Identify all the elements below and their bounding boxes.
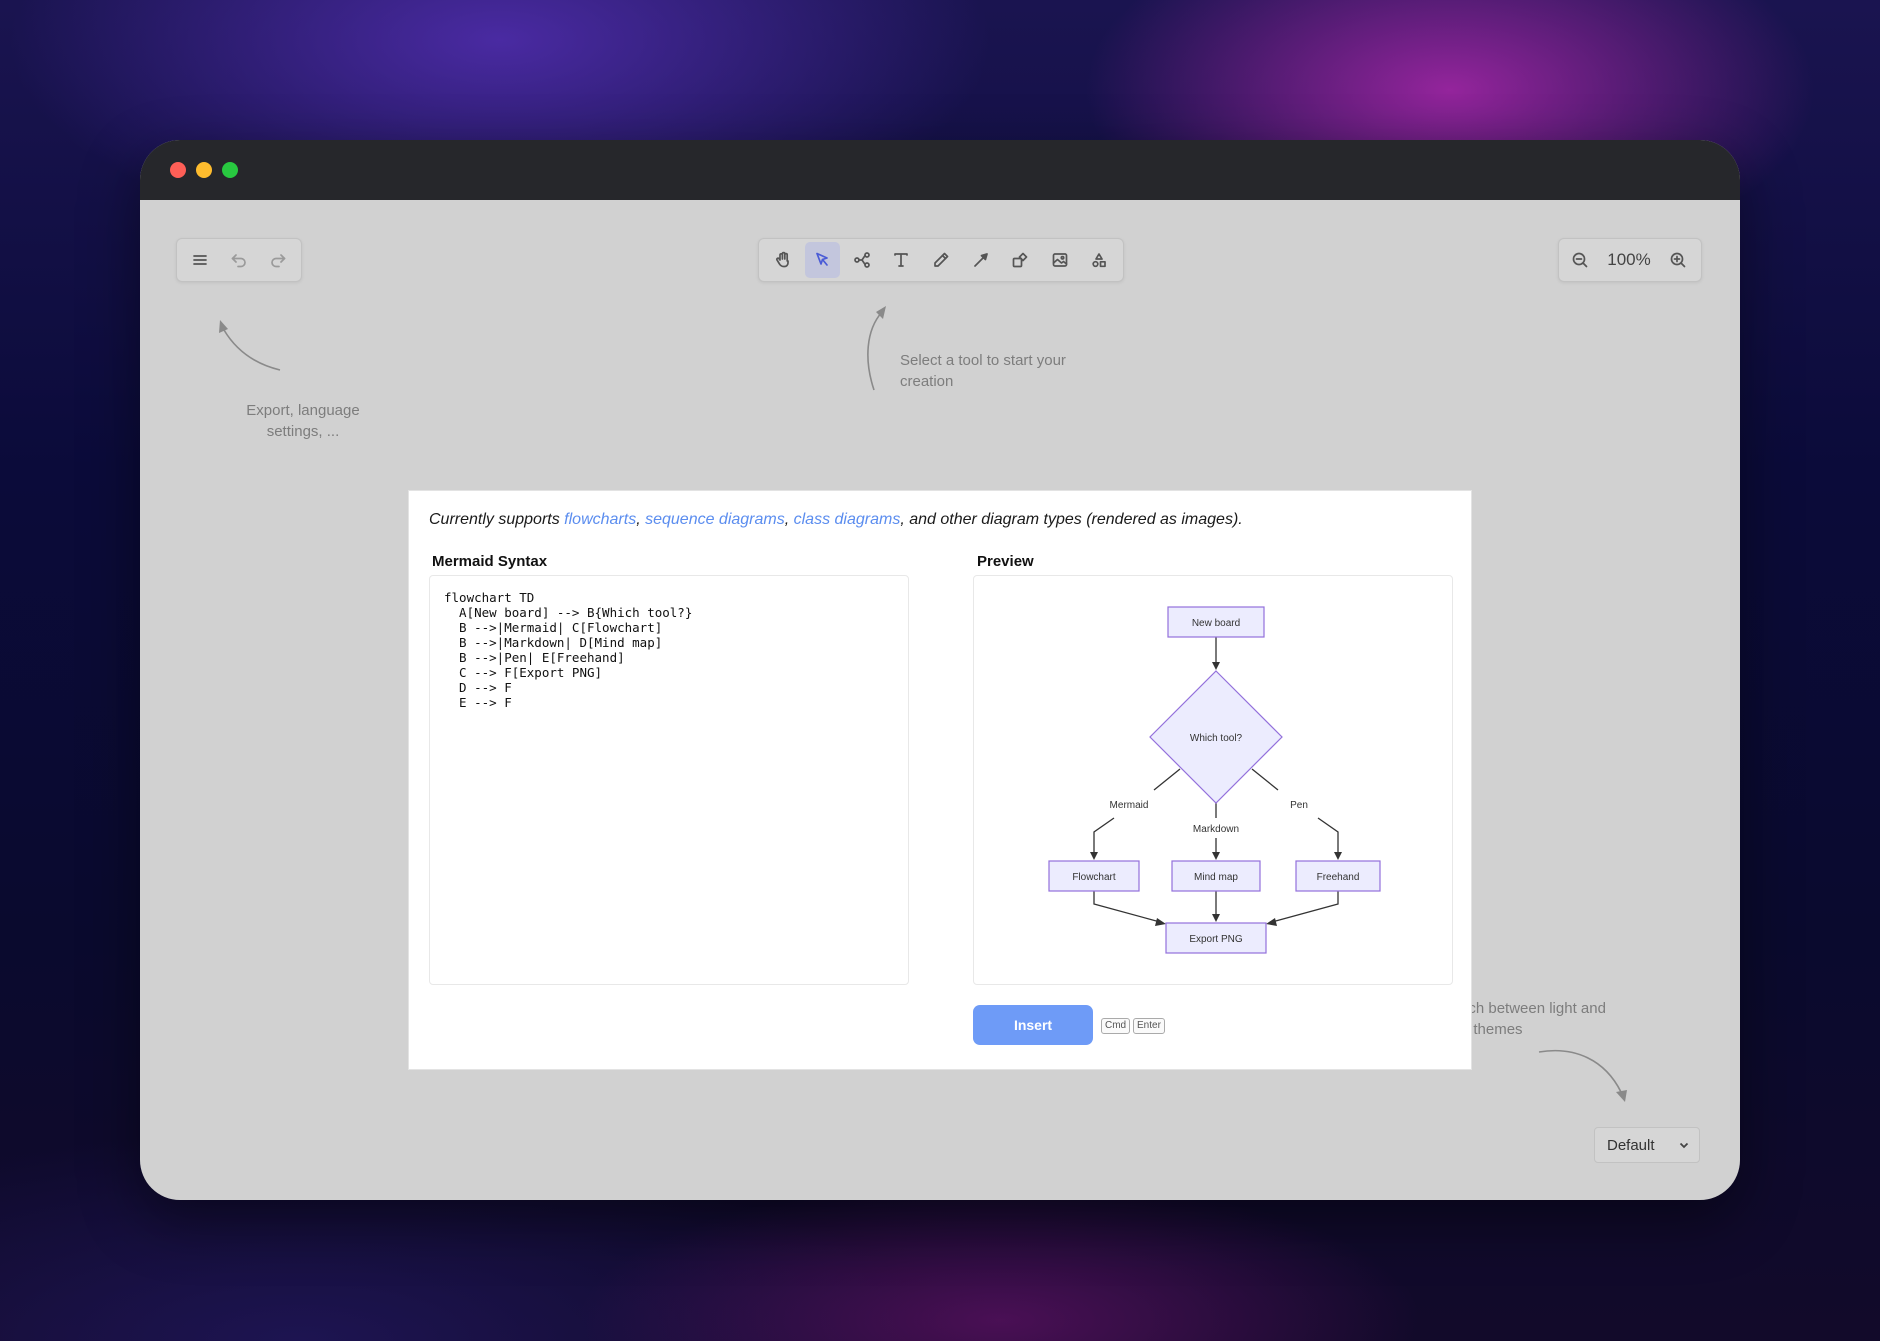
mermaid-code[interactable]: flowchart TD A[New board] --> B{Which to… bbox=[430, 576, 908, 724]
drawing-toolbar bbox=[758, 238, 1124, 282]
arrow-icon bbox=[973, 253, 988, 267]
chevron-down-icon bbox=[1677, 1138, 1691, 1152]
intro-separator: , bbox=[784, 511, 794, 528]
app-window: 100% Export, language settings, ... Sele… bbox=[140, 140, 1740, 1200]
maximize-window-button[interactable] bbox=[222, 162, 238, 178]
class-diagrams-link[interactable]: class diagrams bbox=[794, 511, 901, 528]
image-tool-button[interactable] bbox=[1042, 242, 1078, 278]
sequence-diagrams-link[interactable]: sequence diagrams bbox=[645, 511, 785, 528]
mermaid-syntax-editor[interactable]: flowchart TD A[New board] --> B{Which to… bbox=[429, 575, 909, 985]
text-icon bbox=[894, 253, 909, 267]
preview-panel: Mermaid Markdown Pen New board Which too… bbox=[973, 575, 1453, 985]
redo-icon bbox=[270, 254, 286, 268]
title-bar bbox=[140, 140, 1740, 200]
edge-c-f bbox=[1093, 890, 1161, 923]
redo-button[interactable] bbox=[260, 242, 295, 278]
theme-select[interactable]: Default bbox=[1594, 1127, 1700, 1163]
node-flowchart-label: Flowchart bbox=[1072, 872, 1116, 883]
menu-hint-arrow bbox=[219, 320, 281, 371]
image-icon bbox=[1052, 253, 1068, 267]
zoom-level[interactable]: 100% bbox=[1599, 250, 1659, 270]
intro-suffix: , and other diagram types (rendered as i… bbox=[900, 511, 1243, 528]
flowchart-preview: Mermaid Markdown Pen New board Which too… bbox=[1048, 606, 1381, 954]
node-which-tool-label: Which tool? bbox=[1190, 733, 1243, 744]
mermaid-dialog: Currently supports flowcharts, sequence … bbox=[408, 490, 1472, 1070]
zoom-toolbar: 100% bbox=[1558, 238, 1702, 282]
supported-types-text: Currently supports flowcharts, sequence … bbox=[429, 511, 1243, 529]
edge-label-markdown: Markdown bbox=[1193, 824, 1239, 835]
arrowhead bbox=[1266, 918, 1277, 926]
hand-icon bbox=[775, 251, 789, 268]
zoom-out-icon bbox=[1572, 252, 1588, 268]
minimize-window-button[interactable] bbox=[196, 162, 212, 178]
whiteboard-canvas[interactable]: 100% Export, language settings, ... Sele… bbox=[140, 200, 1740, 1200]
zoom-in-button[interactable] bbox=[1663, 242, 1693, 278]
node-mind-map-label: Mind map bbox=[1194, 872, 1238, 883]
edge-label-pen: Pen bbox=[1290, 800, 1308, 811]
preview-label: Preview bbox=[977, 553, 1034, 570]
insert-button[interactable]: Insert bbox=[973, 1005, 1093, 1045]
edge-e-f bbox=[1271, 890, 1339, 923]
node-export-png-label: Export PNG bbox=[1189, 934, 1243, 945]
edge-label-mermaid: Mermaid bbox=[1110, 800, 1149, 811]
close-window-button[interactable] bbox=[170, 162, 186, 178]
select-tool-button[interactable] bbox=[804, 242, 841, 278]
zoom-in-icon bbox=[1670, 252, 1686, 268]
shortcut-key-cmd: Cmd bbox=[1101, 1018, 1131, 1034]
hand-tool-button[interactable] bbox=[765, 242, 801, 278]
arrowhead bbox=[1212, 914, 1220, 922]
arrowhead bbox=[1155, 918, 1166, 926]
shortcut-key-enter: Enter bbox=[1133, 1018, 1165, 1034]
arrowhead bbox=[1212, 852, 1220, 860]
theme-select-value: Default bbox=[1607, 1136, 1655, 1154]
undo-button[interactable] bbox=[222, 242, 257, 278]
arrowhead bbox=[1090, 852, 1098, 860]
tools-hint-arrow bbox=[867, 306, 886, 391]
shapes-icon bbox=[1012, 252, 1028, 268]
more-tools-button[interactable] bbox=[1082, 242, 1118, 278]
tools-hint: Select a tool to start your creation bbox=[900, 352, 1066, 390]
mind-map-icon bbox=[854, 252, 870, 268]
node-new-board-label: New board bbox=[1192, 618, 1240, 629]
pen-icon bbox=[934, 252, 949, 267]
undo-icon bbox=[231, 254, 246, 268]
mermaid-syntax-label: Mermaid Syntax bbox=[432, 553, 548, 570]
arrow-tool-button[interactable] bbox=[963, 242, 999, 278]
pen-tool-button[interactable] bbox=[923, 242, 959, 278]
flowcharts-link[interactable]: flowcharts bbox=[564, 511, 636, 528]
intro-separator: , bbox=[636, 511, 646, 528]
select-icon bbox=[816, 252, 829, 266]
node-freehand-label: Freehand bbox=[1317, 872, 1360, 883]
text-tool-button[interactable] bbox=[884, 242, 920, 278]
intro-prefix: Currently supports bbox=[429, 511, 565, 528]
theme-hint-arrow bbox=[1538, 1049, 1627, 1102]
mind-map-tool-button[interactable] bbox=[844, 242, 880, 278]
zoom-out-button[interactable] bbox=[1565, 242, 1595, 278]
arrowhead bbox=[1212, 662, 1220, 670]
menu-hint: Export, language settings, ... bbox=[246, 402, 360, 440]
menu-button[interactable] bbox=[183, 242, 218, 278]
shapes-tool-button[interactable] bbox=[1002, 242, 1038, 278]
arrowhead bbox=[1334, 852, 1342, 860]
more-icon bbox=[1092, 253, 1107, 268]
menu-toolbar bbox=[176, 238, 302, 282]
hamburger-icon bbox=[193, 255, 208, 265]
